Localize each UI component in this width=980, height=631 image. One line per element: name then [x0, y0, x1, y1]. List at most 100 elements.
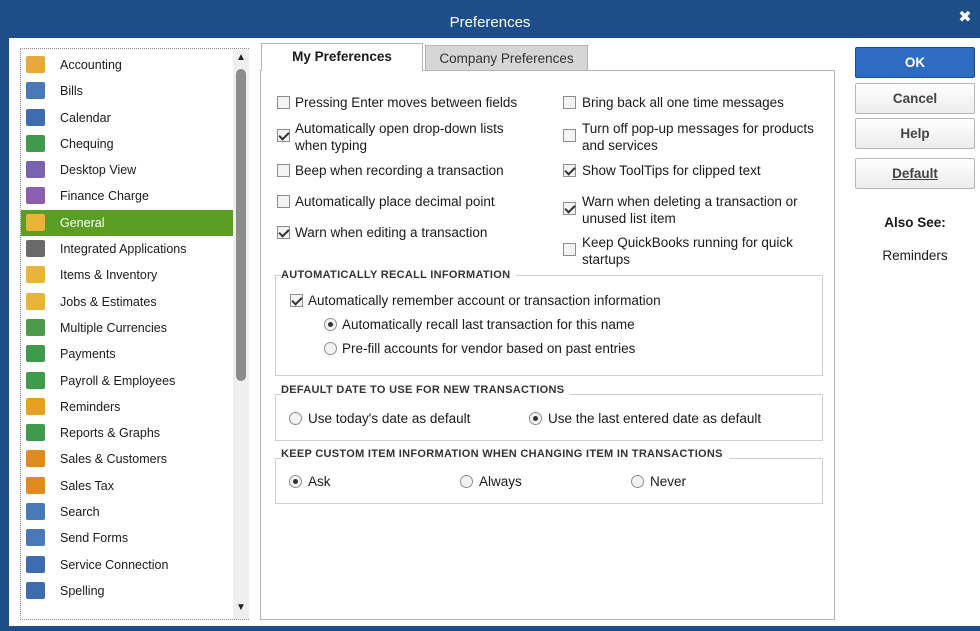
warn-deleting-label: Warn when deleting a transaction or unus…	[582, 193, 798, 227]
recall-last-transaction-label: Automatically recall last transaction fo…	[342, 317, 635, 332]
sales-tax-icon	[26, 476, 45, 494]
sidebar-item-label: Jobs & Estimates	[60, 294, 157, 309]
sidebar-item-chequing[interactable]: Chequing	[21, 131, 233, 157]
turn-off-popups-label-line1: Turn off pop-up messages for products	[582, 121, 814, 136]
sidebar-item-items-inventory[interactable]: Items & Inventory	[21, 262, 233, 288]
sidebar-item-service-connection[interactable]: Service Connection	[21, 552, 233, 578]
preference-category-list[interactable]: Accounting Bills Calendar Chequing Desktop V…	[20, 48, 249, 620]
use-last-entered-date-radio[interactable]	[529, 412, 542, 425]
sidebar-item-send-forms[interactable]: Send Forms	[21, 525, 233, 551]
pressing-enter-checkbox[interactable]	[277, 96, 290, 109]
close-icon[interactable]: ✖	[956, 9, 974, 27]
sidebar-item-jobs-estimates[interactable]: Jobs & Estimates	[21, 289, 233, 315]
warn-deleting-label-line2: unused list item	[582, 211, 676, 226]
also-see-reminders-link[interactable]: Reminders	[855, 248, 975, 263]
sidebar-item-label: Spelling	[60, 583, 105, 598]
spelling-icon	[26, 581, 45, 599]
auto-open-dropdown-label-line1: Automatically open drop-down lists	[295, 121, 504, 136]
auto-open-dropdown-label-line2: when typing	[295, 138, 368, 153]
sidebar-item-label: Finance Charge	[60, 189, 149, 204]
search-icon	[26, 503, 45, 521]
auto-open-dropdown-checkbox[interactable]	[277, 129, 290, 142]
jobs-estimates-icon	[26, 292, 45, 310]
beep-checkbox[interactable]	[277, 164, 290, 177]
prefill-accounts-label: Pre-fill accounts for vendor based on pa…	[342, 341, 636, 356]
custom-item-ask-label: Ask	[308, 474, 331, 489]
sidebar-item-label: Integrated Applications	[60, 242, 187, 257]
items-inventory-icon	[26, 266, 45, 284]
remember-transaction-checkbox[interactable]	[290, 294, 303, 307]
sidebar-item-general[interactable]: General	[21, 209, 233, 237]
auto-decimal-checkbox[interactable]	[277, 195, 290, 208]
custom-item-group	[275, 458, 823, 504]
prefill-accounts-radio[interactable]	[324, 342, 337, 355]
scrollbar-thumb[interactable]	[236, 69, 246, 381]
sidebar-item-bills[interactable]: Bills	[21, 78, 233, 104]
warn-deleting-checkbox[interactable]	[563, 202, 576, 215]
sidebar-item-label: Sales & Customers	[60, 452, 167, 467]
accounting-icon	[26, 56, 45, 73]
show-tooltips-checkbox[interactable]	[563, 164, 576, 177]
sidebar-item-integrated-applications[interactable]: Integrated Applications	[21, 236, 233, 262]
send-forms-icon	[26, 529, 45, 547]
bring-back-messages-label: Bring back all one time messages	[582, 95, 784, 110]
sidebar-item-sales-customers[interactable]: Sales & Customers	[21, 446, 233, 472]
window-frame-left	[0, 38, 9, 631]
sidebar-item-search[interactable]: Search	[21, 499, 233, 525]
payments-icon	[26, 345, 45, 363]
turn-off-popups-label-line2: and services	[582, 138, 658, 153]
auto-decimal-label: Automatically place decimal point	[295, 194, 495, 209]
category-items: Accounting Bills Calendar Chequing Desktop V…	[21, 52, 233, 604]
use-today-date-label: Use today's date as default	[308, 411, 471, 426]
help-button[interactable]: Help	[855, 118, 975, 149]
tab-company-preferences[interactable]: Company Preferences	[425, 45, 588, 72]
sidebar-item-label: Accounting	[60, 58, 122, 72]
bring-back-messages-checkbox[interactable]	[563, 96, 576, 109]
sidebar-item-label: Bills	[60, 84, 83, 99]
scroll-up-arrow-icon[interactable]: ▲	[233, 51, 249, 65]
custom-item-title: KEEP CUSTOM ITEM INFORMATION WHEN CHANGI…	[281, 448, 729, 460]
scroll-down-arrow-icon[interactable]: ▼	[233, 601, 249, 615]
sidebar-item-multiple-currencies[interactable]: Multiple Currencies	[21, 315, 233, 341]
tab-my-preferences[interactable]: My Preferences	[261, 43, 423, 71]
warn-deleting-label-line1: Warn when deleting a transaction or	[582, 194, 798, 209]
keep-running-checkbox[interactable]	[563, 243, 576, 256]
custom-item-ask-radio[interactable]	[289, 475, 302, 488]
default-button[interactable]: Default	[855, 158, 975, 189]
integrated-applications-icon	[26, 240, 45, 258]
sidebar-item-sales-tax[interactable]: Sales Tax	[21, 473, 233, 499]
cancel-button[interactable]: Cancel	[855, 83, 975, 114]
sidebar-item-label: General	[60, 215, 105, 230]
use-today-date-radio[interactable]	[289, 412, 302, 425]
sidebar-item-accounting[interactable]: Accounting	[21, 52, 233, 78]
sidebar-item-label: Reminders	[60, 399, 121, 414]
reports-graphs-icon	[26, 424, 45, 442]
keep-running-label-line2: startups	[582, 252, 631, 267]
turn-off-popups-checkbox[interactable]	[563, 129, 576, 142]
use-last-entered-date-label: Use the last entered date as default	[548, 411, 762, 426]
recall-information-title: AUTOMATICALLY RECALL INFORMATION	[281, 269, 517, 281]
sidebar-item-calendar[interactable]: Calendar	[21, 105, 233, 131]
sidebar-item-label: Send Forms	[60, 531, 129, 546]
sidebar-item-finance-charge[interactable]: Finance Charge	[21, 183, 233, 209]
pressing-enter-label: Pressing Enter moves between fields	[295, 95, 518, 110]
recall-last-transaction-radio[interactable]	[324, 318, 337, 331]
sidebar-item-payments[interactable]: Payments	[21, 341, 233, 367]
warn-editing-checkbox[interactable]	[277, 226, 290, 239]
sidebar-item-label: Chequing	[60, 136, 114, 151]
custom-item-always-radio[interactable]	[460, 475, 473, 488]
sidebar-item-spelling[interactable]: Spelling	[21, 578, 233, 604]
default-date-title: DEFAULT DATE TO USE FOR NEW TRANSACTIONS	[281, 384, 571, 396]
ok-button[interactable]: OK	[855, 47, 975, 78]
sidebar-item-reports-graphs[interactable]: Reports & Graphs	[21, 420, 233, 446]
sidebar-scrollbar[interactable]: ▲ ▼	[233, 49, 249, 619]
sidebar-item-label: Payments	[60, 347, 116, 362]
sidebar-item-label: Service Connection	[60, 557, 169, 572]
window-title: Preferences	[449, 14, 531, 31]
sidebar-item-payroll-employees[interactable]: Payroll & Employees	[21, 368, 233, 394]
custom-item-never-radio[interactable]	[631, 475, 644, 488]
keep-running-label: Keep QuickBooks running for quick startu…	[582, 234, 793, 268]
general-icon	[26, 213, 45, 231]
sidebar-item-desktop-view[interactable]: Desktop View	[21, 157, 233, 183]
sidebar-item-reminders[interactable]: Reminders	[21, 394, 233, 420]
